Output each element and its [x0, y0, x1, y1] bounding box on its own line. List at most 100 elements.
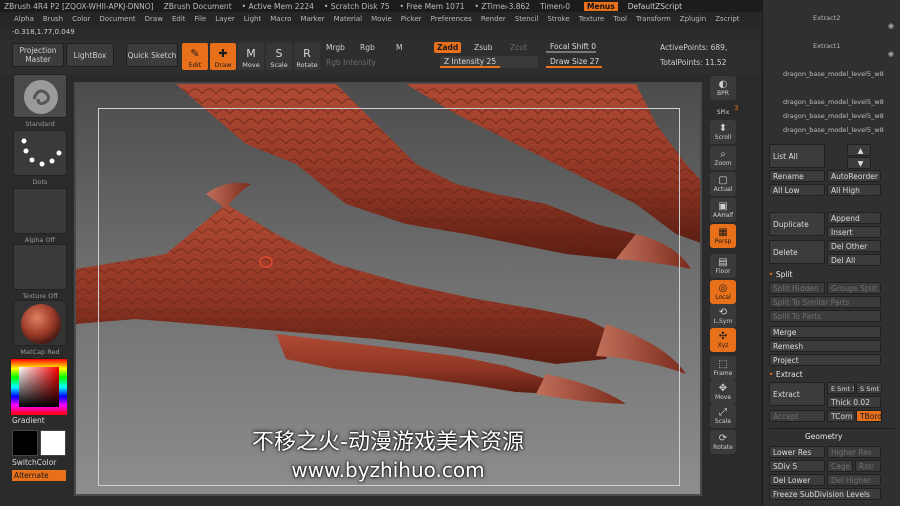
- xyz-button[interactable]: ✣ Xyz: [710, 328, 736, 352]
- delete-button[interactable]: Delete: [769, 240, 825, 264]
- del-lower-button[interactable]: Del Lower: [769, 474, 825, 486]
- menu-edit[interactable]: Edit: [172, 15, 186, 23]
- rgb-intensity-slider[interactable]: Rgb Intensity: [326, 58, 376, 67]
- rgb-toggle[interactable]: Rgb: [360, 43, 375, 52]
- texture-thumbnail[interactable]: [13, 244, 67, 290]
- menu-movie[interactable]: Movie: [371, 15, 392, 23]
- edit-button[interactable]: ✎ Edit: [182, 43, 208, 70]
- color-picker[interactable]: [10, 358, 67, 415]
- menu-tool[interactable]: Tool: [613, 15, 627, 23]
- menu-document[interactable]: Document: [99, 15, 135, 23]
- split-similar-button[interactable]: Split To Similar Parts: [769, 296, 881, 308]
- menu-brush[interactable]: Brush: [43, 15, 63, 23]
- draw-button[interactable]: ✚ Draw: [210, 43, 236, 70]
- all-high-button[interactable]: All High: [827, 184, 881, 196]
- menu-zscript[interactable]: Zscript: [715, 15, 739, 23]
- floor-button[interactable]: ▤ Floor: [710, 254, 736, 278]
- aahalf-button[interactable]: ▣ AAHalf: [710, 198, 736, 222]
- menu-color[interactable]: Color: [72, 15, 90, 23]
- move-button[interactable]: ✥ Move: [710, 380, 736, 404]
- geometry-section[interactable]: Geometry: [805, 432, 842, 441]
- menu-light[interactable]: Light: [244, 15, 261, 23]
- scroll-button[interactable]: ⬍ Scroll: [710, 120, 736, 144]
- alpha-thumbnail[interactable]: [13, 188, 67, 234]
- menu-material[interactable]: Material: [334, 15, 362, 23]
- z-intensity-slider[interactable]: Z Intensity 25: [440, 56, 538, 68]
- zadd-toggle[interactable]: Zadd: [434, 42, 462, 53]
- subtool-dragon-4[interactable]: dragon_base_model_level5_w8: [783, 126, 884, 134]
- menu-transform[interactable]: Transform: [636, 15, 671, 23]
- insert-button[interactable]: Insert: [827, 226, 881, 238]
- bpr-button[interactable]: ◐ BPR: [710, 76, 736, 100]
- gradient-label[interactable]: Gradient: [12, 416, 66, 425]
- menu-file[interactable]: File: [195, 15, 207, 23]
- s-smt-slider[interactable]: S Smt: [856, 382, 882, 394]
- m-toggle[interactable]: M: [396, 43, 402, 52]
- alternate-button[interactable]: Alternate: [12, 470, 66, 481]
- del-all-button[interactable]: Del All: [827, 254, 881, 266]
- material-thumbnail[interactable]: [13, 300, 67, 346]
- menus-button[interactable]: Menus: [584, 1, 618, 11]
- list-all-button[interactable]: List All: [769, 144, 825, 168]
- switch-color-button[interactable]: SwitchColor: [12, 458, 66, 467]
- split-section[interactable]: • Split: [769, 270, 792, 279]
- rotate-button[interactable]: ⟳ Rotate: [710, 430, 736, 454]
- arrow-up-icon[interactable]: ▲: [847, 144, 871, 156]
- tbord-toggle[interactable]: TBord: [856, 410, 882, 422]
- split-hidden-button[interactable]: Split Hidden: [769, 282, 825, 294]
- menu-picker[interactable]: Picker: [401, 15, 422, 23]
- draw-size-slider[interactable]: Draw Size 27: [546, 56, 642, 68]
- subtool-dragon-3[interactable]: dragon_base_model_level5_w8: [783, 112, 884, 120]
- subtool-extract1[interactable]: Extract1: [813, 42, 840, 50]
- zcut-toggle[interactable]: Zcut: [510, 43, 527, 52]
- cage-button[interactable]: Cage: [827, 460, 853, 472]
- menu-preferences[interactable]: Preferences: [431, 15, 472, 23]
- eye-icon[interactable]: ◉: [888, 50, 894, 58]
- lsym-button[interactable]: ⟲ L.Sym: [710, 304, 736, 328]
- subtool-dragon-1[interactable]: dragon_base_model_level5_w8: [783, 70, 884, 78]
- frame-button[interactable]: ⬚ Frame: [710, 356, 736, 380]
- brush-thumbnail[interactable]: [13, 74, 67, 118]
- groups-split-button[interactable]: Groups Split: [827, 282, 881, 294]
- remesh-button[interactable]: Remesh: [769, 340, 881, 352]
- main-color-swatch[interactable]: [12, 430, 38, 456]
- arrow-down-icon[interactable]: ▼: [847, 157, 871, 169]
- stroke-thumbnail[interactable]: [13, 130, 67, 176]
- extract-button[interactable]: Extract: [769, 382, 825, 406]
- menu-zplugin[interactable]: Zplugin: [680, 15, 706, 23]
- zsub-toggle[interactable]: Zsub: [474, 43, 493, 52]
- persp-button[interactable]: ▦ Persp: [710, 224, 736, 248]
- spix-button[interactable]: SPix: [710, 106, 736, 118]
- del-other-button[interactable]: Del Other: [827, 240, 881, 252]
- scale-button[interactable]: S Scale: [266, 43, 292, 70]
- menu-alpha[interactable]: Alpha: [14, 15, 34, 23]
- extract-section[interactable]: • Extract: [769, 370, 803, 379]
- all-low-button[interactable]: All Low: [769, 184, 825, 196]
- append-button[interactable]: Append: [827, 212, 881, 224]
- rename-button[interactable]: Rename: [769, 170, 825, 182]
- lightbox-button[interactable]: LightBox: [66, 43, 114, 67]
- quick-sketch-button[interactable]: Quick Sketch: [126, 43, 178, 67]
- merge-button[interactable]: Merge: [769, 326, 881, 338]
- menu-layer[interactable]: Layer: [215, 15, 235, 23]
- thick-slider[interactable]: Thick 0.02: [827, 396, 881, 408]
- secondary-color-swatch[interactable]: [40, 430, 66, 456]
- menu-draw[interactable]: Draw: [145, 15, 163, 23]
- menu-marker[interactable]: Marker: [300, 15, 324, 23]
- del-higher-button[interactable]: Del Higher: [827, 474, 881, 486]
- freeze-subdivision-button[interactable]: Freeze SubDivision Levels: [769, 488, 881, 500]
- local-button[interactable]: ◎ Local: [710, 280, 736, 304]
- menu-stencil[interactable]: Stencil: [515, 15, 539, 23]
- eye-icon[interactable]: ◉: [888, 22, 894, 30]
- higher-res-button[interactable]: Higher Res: [827, 446, 881, 458]
- duplicate-button[interactable]: Duplicate: [769, 212, 825, 236]
- default-zscript[interactable]: DefaultZScript: [628, 2, 682, 11]
- menu-texture[interactable]: Texture: [579, 15, 605, 23]
- e-smt-slider[interactable]: E Smt 5: [827, 382, 855, 394]
- mrgb-toggle[interactable]: Mrgb: [326, 43, 345, 52]
- subtool-dragon-2[interactable]: dragon_base_model_level5_w8: [783, 98, 884, 106]
- accept-button[interactable]: Accept: [769, 410, 825, 422]
- menu-render[interactable]: Render: [481, 15, 506, 23]
- rstr-button[interactable]: Rstr: [855, 460, 881, 472]
- auto-reorder-button[interactable]: AutoReorder: [827, 170, 881, 182]
